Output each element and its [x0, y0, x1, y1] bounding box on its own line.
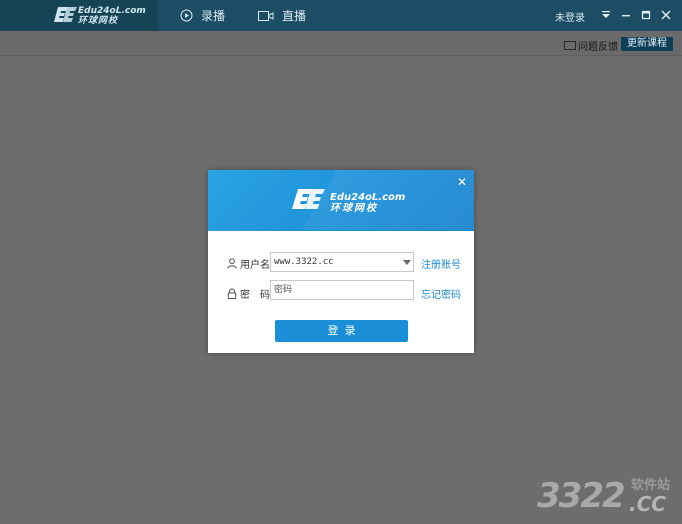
update-course-button[interactable]: 更新课程 [621, 37, 673, 51]
watermark-number: 3322 [537, 476, 626, 516]
dialog-logo-icon [292, 189, 325, 209]
password-input[interactable]: 密码 [270, 280, 414, 300]
user-icon [227, 258, 237, 269]
username-select[interactable]: www.3322.cc [270, 252, 414, 272]
forgot-password-link[interactable]: 忘记密码 [421, 286, 461, 301]
app-logo-area: Edu24oL.com 环球网校 [0, 0, 158, 31]
tab-live-label: 直播 [282, 9, 307, 23]
username-label-text: 用户名 [240, 260, 270, 271]
login-button[interactable]: 登录 [275, 320, 408, 342]
tab-live[interactable]: 直播 [258, 0, 306, 31]
dialog-close-icon[interactable]: ✕ [456, 176, 468, 188]
dialog-logo-text: Edu24oL.com 环球网校 [330, 192, 405, 214]
close-icon[interactable] [659, 8, 673, 22]
watermark-logo: 3322 软件站 .CC [533, 466, 682, 524]
register-link[interactable]: 注册账号 [421, 256, 461, 271]
maximize-icon[interactable] [639, 8, 653, 22]
app-logo-text: Edu24oL.com 环球网校 [78, 6, 146, 26]
video-camera-icon [258, 10, 274, 21]
feedback-label: 问题反馈 [578, 42, 618, 53]
tab-record[interactable]: 录播 [180, 0, 225, 31]
dialog-header: Edu24oL.com 环球网校 ✕ [208, 170, 474, 231]
lock-icon [227, 288, 237, 299]
chevron-down-icon[interactable] [403, 260, 411, 265]
toolbar: 问题反馈 更新课程 [0, 31, 682, 56]
mail-icon [564, 41, 576, 50]
logo-text-cn: 环球网校 [78, 16, 119, 26]
watermark-site: 软件站 [631, 478, 671, 493]
login-dialog: Edu24oL.com 环球网校 ✕ 用户名 www.3322.cc 注册账号 … [208, 170, 474, 353]
password-label-text: 密 码 [240, 290, 270, 301]
login-status[interactable]: 未登录 [555, 9, 585, 24]
username-value: www.3322.cc [274, 257, 334, 267]
logo-text-en: Edu24oL.com [78, 6, 146, 16]
feedback-button[interactable]: 问题反馈 [564, 38, 618, 53]
title-bar: Edu24oL.com 环球网校 录播 直播 未登录 [0, 0, 682, 31]
dialog-logo-text-en: Edu24oL.com [330, 192, 406, 203]
tab-record-label: 录播 [201, 9, 226, 23]
password-label: 密 码 [227, 286, 270, 301]
play-circle-icon [180, 9, 193, 22]
username-label: 用户名 [227, 256, 270, 271]
dialog-logo-text-cn: 环球网校 [330, 203, 378, 214]
minimize-icon[interactable] [619, 8, 633, 22]
app-logo-icon [54, 7, 77, 22]
menu-dropdown-icon[interactable] [599, 8, 613, 22]
watermark-domain: .CC [629, 492, 666, 516]
